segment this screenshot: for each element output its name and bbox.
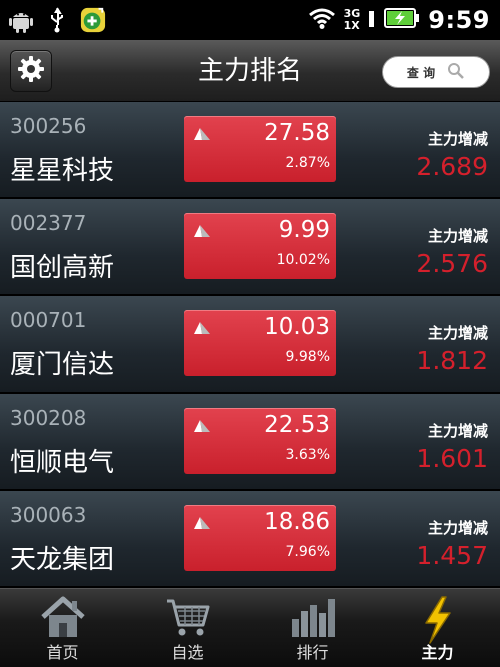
main-flow-value: 2.576 — [416, 249, 488, 279]
stock-code: 000701 — [10, 308, 87, 333]
main-flow-label: 主力增减 — [427, 130, 488, 148]
stock-change-pct: 7.96% — [285, 543, 330, 560]
stock-code: 300063 — [10, 502, 87, 527]
up-triangle-icon — [192, 418, 212, 437]
main-flow-label: 主力增减 — [427, 324, 488, 343]
ranking-list: 300256 星星科技 27.58 2.87% 主力增减 2.689 00237… — [0, 102, 500, 588]
stock-row[interactable]: 300256 星星科技 27.58 2.87% 主力增减 2.689 — [0, 102, 500, 200]
main-flow-value: 2.689 — [416, 152, 488, 181]
price-box: 10.03 9.98% — [184, 310, 336, 377]
main-flow-label: 主力增减 — [427, 421, 488, 440]
stock-change-pct: 9.98% — [285, 349, 330, 366]
usb-icon — [44, 7, 70, 33]
stock-code: 300256 — [10, 114, 87, 138]
up-triangle-icon — [192, 515, 212, 534]
cart-icon — [163, 595, 213, 645]
stock-row[interactable]: 300063 天龙集团 18.86 7.96% 主力增减 1.457 — [0, 490, 500, 588]
up-triangle-icon — [192, 320, 212, 339]
stock-price: 10.03 — [264, 314, 330, 341]
tab-watchlist[interactable]: 自选 — [125, 589, 250, 667]
header-bar: 主力排名 查 询 — [0, 40, 500, 102]
wifi-icon — [308, 7, 336, 33]
main-flow-value: 1.601 — [416, 443, 488, 473]
main-flow-label: 主力增减 — [427, 227, 488, 246]
stock-price: 27.58 — [264, 120, 330, 146]
tab-main-force[interactable]: 主力 — [375, 589, 500, 667]
settings-button[interactable] — [10, 50, 52, 92]
stock-price: 18.86 — [264, 508, 330, 535]
stock-change-pct: 3.63% — [285, 446, 330, 463]
gear-icon — [17, 55, 45, 87]
tab-ranking[interactable]: 排行 — [250, 589, 375, 667]
main-flow-label: 主力增减 — [427, 518, 488, 537]
stock-name: 恒顺电气 — [10, 447, 115, 478]
search-button[interactable]: 查 询 — [382, 56, 490, 88]
stock-code: 300208 — [10, 405, 87, 430]
stock-price: 22.53 — [264, 411, 330, 438]
signal-icon — [368, 7, 376, 33]
stock-price: 9.99 — [278, 217, 330, 244]
up-triangle-icon — [192, 126, 212, 145]
price-box: 22.53 3.63% — [184, 407, 336, 474]
bar-chart-icon — [288, 595, 338, 645]
status-bar: 3G 1X 9:59 — [0, 0, 500, 40]
stock-row[interactable]: 300208 恒顺电气 22.53 3.63% 主力增减 1.601 — [0, 393, 500, 491]
up-triangle-icon — [192, 223, 212, 242]
stock-row[interactable]: 002377 国创高新 9.99 10.02% 主力增减 2.576 — [0, 199, 500, 297]
price-box: 9.99 10.02% — [184, 213, 336, 280]
stock-name: 星星科技 — [10, 156, 115, 186]
stock-change-pct: 10.02% — [276, 252, 330, 269]
stock-name: 天龙集团 — [10, 544, 115, 575]
main-flow-value: 1.812 — [416, 346, 488, 376]
network-1x-label: 1X — [343, 19, 360, 32]
clock: 9:59 — [428, 6, 490, 34]
lightning-icon — [418, 595, 458, 649]
tab-home[interactable]: 首页 — [0, 589, 125, 667]
stock-row[interactable]: 000701 厦门信达 10.03 9.98% 主力增减 1.812 — [0, 296, 500, 394]
app-notification-icon — [80, 7, 106, 33]
stock-name: 厦门信达 — [10, 350, 115, 381]
battery-charging-icon — [384, 7, 420, 33]
main-flow-value: 1.457 — [416, 540, 488, 570]
price-box: 18.86 7.96% — [184, 504, 336, 571]
stock-code: 002377 — [10, 211, 87, 236]
stock-change-pct: 2.87% — [285, 155, 330, 171]
android-icon — [8, 7, 34, 33]
stock-name: 国创高新 — [10, 253, 115, 284]
search-label: 查 询 — [406, 65, 436, 80]
bottom-tab-bar: 首页 自选 排行 主力 — [0, 588, 500, 667]
price-box: 27.58 2.87% — [184, 116, 336, 182]
home-icon — [39, 595, 87, 645]
search-icon — [447, 62, 465, 83]
network-indicator: 3G 1X — [344, 8, 361, 32]
